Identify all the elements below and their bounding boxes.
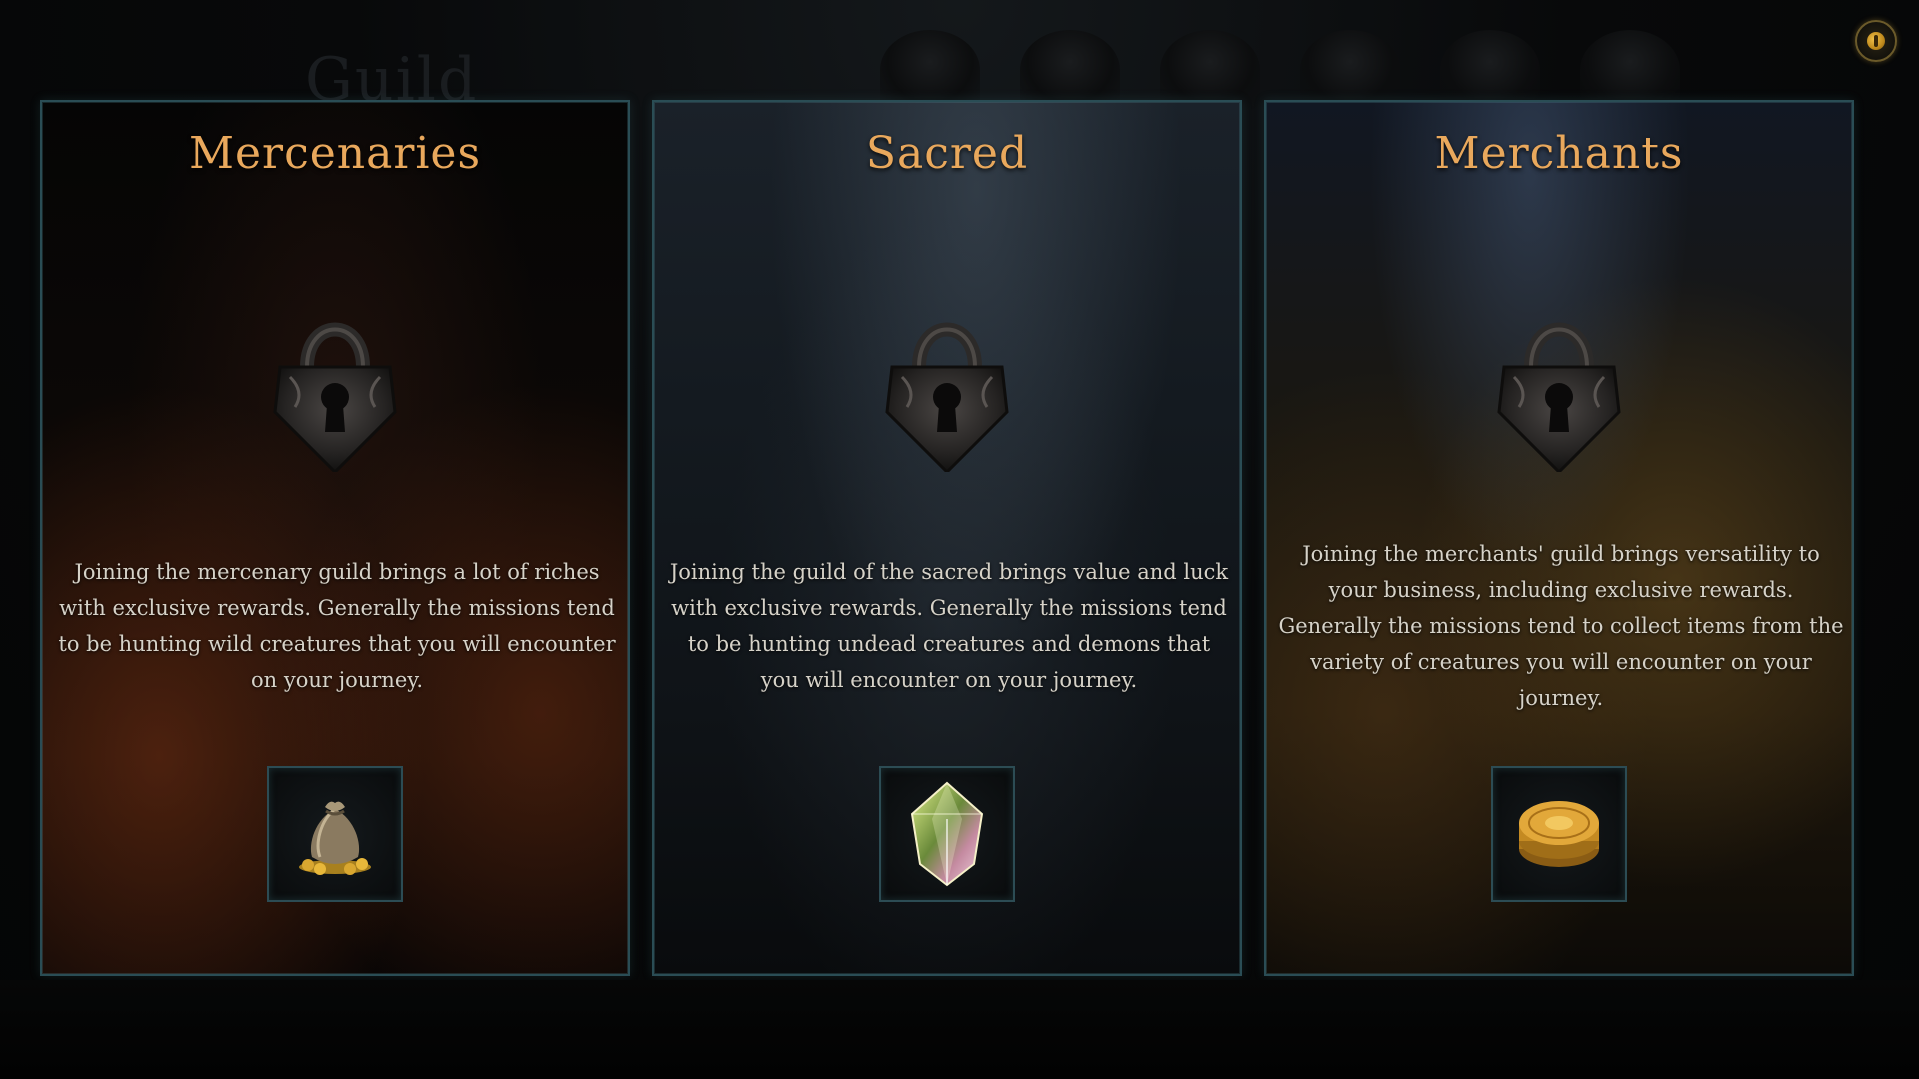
gold-coins-icon bbox=[1519, 801, 1599, 867]
guild-card-merchants[interactable]: Merchants Joining the merchants' guild b… bbox=[1264, 100, 1854, 976]
guild-card-mercenaries[interactable]: Mercenaries Joining the mercenary guild … bbox=[40, 100, 630, 976]
guild-title: Mercenaries bbox=[188, 128, 482, 179]
padlock-icon bbox=[885, 322, 1009, 472]
padlock-icon bbox=[1497, 322, 1621, 472]
guild-title: Merchants bbox=[1434, 128, 1684, 179]
guild-description: Joining the mercenary guild brings a lot… bbox=[58, 560, 616, 692]
crystal-gem-icon bbox=[910, 781, 984, 887]
padlock-icon bbox=[273, 322, 397, 472]
settings-coin-icon[interactable] bbox=[1855, 20, 1897, 62]
guild-screen: Guild Mercenaries Joining the mercenary … bbox=[0, 0, 1919, 1079]
bottom-bar bbox=[0, 980, 1919, 1079]
reward-slot[interactable] bbox=[1491, 766, 1627, 902]
reward-slot[interactable] bbox=[267, 766, 403, 902]
guild-card-sacred[interactable]: Sacred Joining the guild of the sacred b… bbox=[652, 100, 1242, 976]
gold-pouch-icon bbox=[299, 801, 371, 875]
guild-title: Sacred bbox=[865, 128, 1029, 179]
reward-slot[interactable] bbox=[879, 766, 1015, 902]
guild-description: Joining the merchants' guild brings vers… bbox=[1278, 542, 1844, 710]
background-silhouettes bbox=[880, 30, 1680, 110]
guild-description: Joining the guild of the sacred brings v… bbox=[669, 560, 1229, 692]
